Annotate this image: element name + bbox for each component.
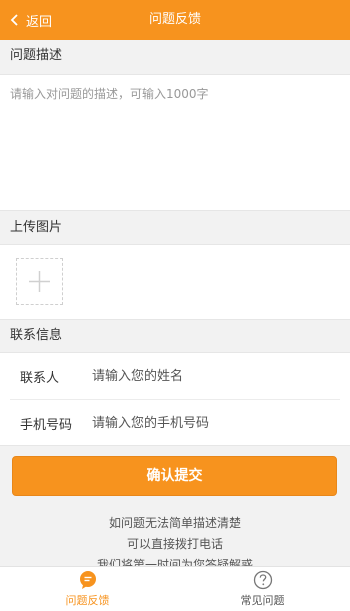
upload-section-title: 上传图片: [0, 212, 350, 244]
chevron-left-icon: [10, 14, 18, 26]
bottom-tab-bar: 问题反馈 常见问题: [0, 566, 350, 611]
header-bar: 返回 问题反馈: [0, 0, 350, 40]
phone-input[interactable]: [90, 407, 340, 439]
page-title: 问题反馈: [148, 12, 201, 27]
back-label: 返回: [26, 14, 53, 30]
description-input[interactable]: [0, 75, 350, 210]
submit-button[interactable]: 确认提交: [12, 456, 337, 496]
phone-label: 手机号码: [20, 417, 73, 433]
name-input[interactable]: [90, 360, 340, 392]
chat-bubble-icon: [79, 571, 96, 589]
help-line: 如问题无法简单描述清楚: [108, 516, 241, 530]
description-container: [0, 74, 350, 211]
tab-feedback-label: 问题反馈: [65, 594, 110, 607]
name-row: 联系人: [10, 353, 340, 400]
question-circle-icon: [253, 570, 272, 590]
upload-container: [0, 244, 350, 320]
contact-form: 联系人 手机号码: [0, 352, 350, 446]
back-button[interactable]: 返回: [8, 0, 52, 40]
plus-icon: [29, 271, 50, 292]
tab-feedback[interactable]: 问题反馈: [0, 567, 175, 611]
contact-section-title: 联系信息: [0, 320, 350, 352]
tab-faq[interactable]: 常见问题: [175, 567, 350, 611]
tab-faq-label: 常见问题: [240, 594, 285, 607]
help-line: 可以直接拨打电话: [126, 537, 223, 551]
phone-row: 手机号码: [10, 400, 340, 446]
add-photo-button[interactable]: [16, 258, 63, 305]
name-label: 联系人: [20, 370, 60, 386]
description-section-title: 问题描述: [0, 40, 350, 72]
